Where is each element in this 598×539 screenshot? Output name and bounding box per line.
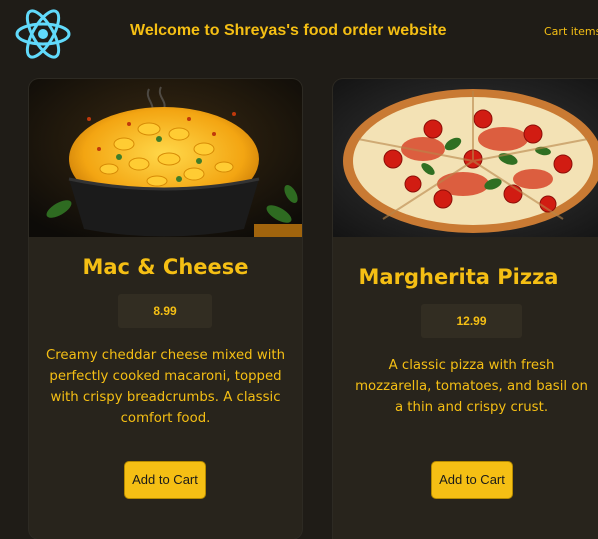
price-badge: 12.99 (421, 304, 522, 338)
dish-name: Margherita Pizza (358, 265, 559, 289)
site-header: Welcome to Shreyas's food order website … (0, 0, 598, 66)
menu-item-card: Margherita Pizza 12.99 A classic pizza w… (333, 79, 598, 539)
dish-description: Creamy cheddar cheese mixed with perfect… (45, 348, 286, 426)
site-title: Welcome to Shreyas's food order website (130, 22, 447, 39)
react-logo-icon[interactable] (14, 8, 72, 60)
mac-and-cheese-photo (29, 79, 302, 237)
cart-items-link[interactable]: Cart items (544, 25, 598, 38)
price-badge: 8.99 (118, 294, 212, 328)
add-to-cart-button[interactable]: Add to Cart (124, 461, 206, 499)
dish-name: Mac & Cheese (82, 255, 249, 279)
menu-item-card: Mac & Cheese 8.99 Creamy cheddar cheese … (29, 79, 302, 539)
margherita-pizza-photo (333, 79, 598, 237)
dish-description: A classic pizza with fresh mozzarella, t… (355, 358, 588, 415)
add-to-cart-button[interactable]: Add to Cart (431, 461, 513, 499)
